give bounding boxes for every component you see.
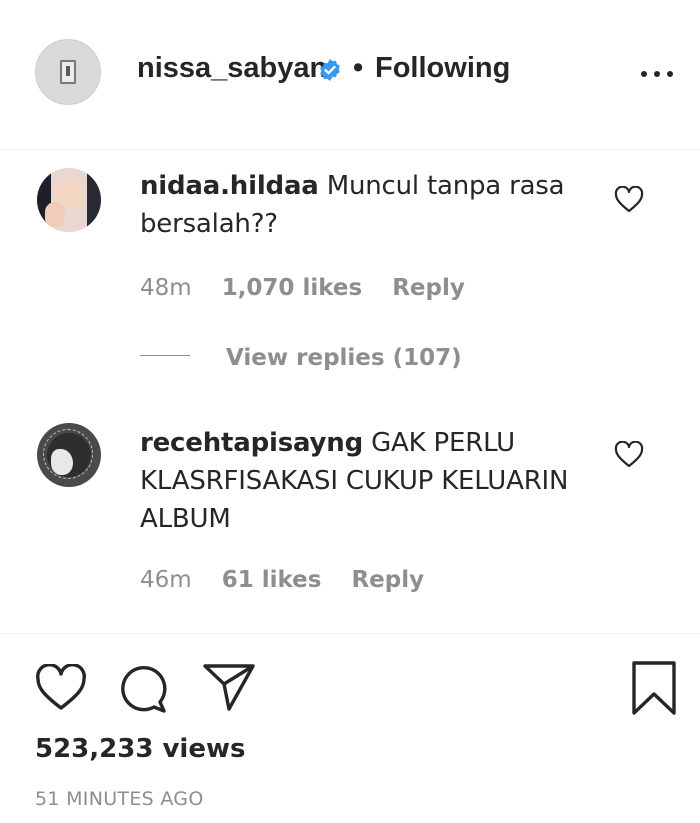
comment-meta: 48m 1,070 likes Reply — [140, 275, 487, 301]
comment-time: 48m — [140, 275, 192, 301]
header-divider — [0, 149, 700, 150]
post-header: nissa_sabyan • Following — [0, 0, 700, 148]
comment-text: recehtapisayng GAK PERLU KLASRFISAKASI C… — [140, 424, 580, 538]
comment-icon[interactable] — [118, 662, 168, 714]
separator-dot: • — [353, 52, 364, 84]
profile-avatar[interactable] — [35, 39, 101, 105]
post-timestamp: 51 MINUTES AGO — [35, 788, 204, 810]
comment-likes[interactable]: 61 likes — [222, 567, 322, 593]
bookmark-icon[interactable] — [628, 660, 680, 716]
comment-likes[interactable]: 1,070 likes — [222, 275, 363, 301]
commenter-avatar[interactable] — [37, 423, 101, 487]
verified-badge-icon — [320, 59, 340, 81]
following-button[interactable]: Following — [375, 52, 510, 85]
reply-button[interactable]: Reply — [351, 567, 424, 593]
view-replies-button[interactable]: View replies (107) — [140, 345, 462, 371]
comment-text: nidaa.hildaa Muncul tanpa rasa bersalah?… — [140, 167, 580, 243]
post-author-username[interactable]: nissa_sabyan — [137, 52, 327, 85]
view-count[interactable]: 523,233 views — [35, 734, 245, 764]
comment-username[interactable]: recehtapisayng — [140, 428, 363, 458]
avatar-image — [60, 60, 76, 84]
commenter-avatar[interactable] — [37, 168, 101, 232]
comment-username[interactable]: nidaa.hildaa — [140, 171, 319, 201]
comment-time: 46m — [140, 567, 192, 593]
comment-like-heart-icon[interactable] — [614, 186, 644, 214]
comment-meta: 46m 61 likes Reply — [140, 567, 446, 593]
view-replies-label: View replies (107) — [226, 345, 462, 371]
replies-line — [140, 355, 190, 356]
actions-divider — [0, 633, 700, 634]
reply-button[interactable]: Reply — [392, 275, 465, 301]
more-options-icon[interactable] — [637, 62, 677, 86]
heart-icon[interactable] — [35, 664, 87, 712]
comment-like-heart-icon[interactable] — [614, 441, 644, 469]
share-icon[interactable] — [202, 662, 256, 712]
